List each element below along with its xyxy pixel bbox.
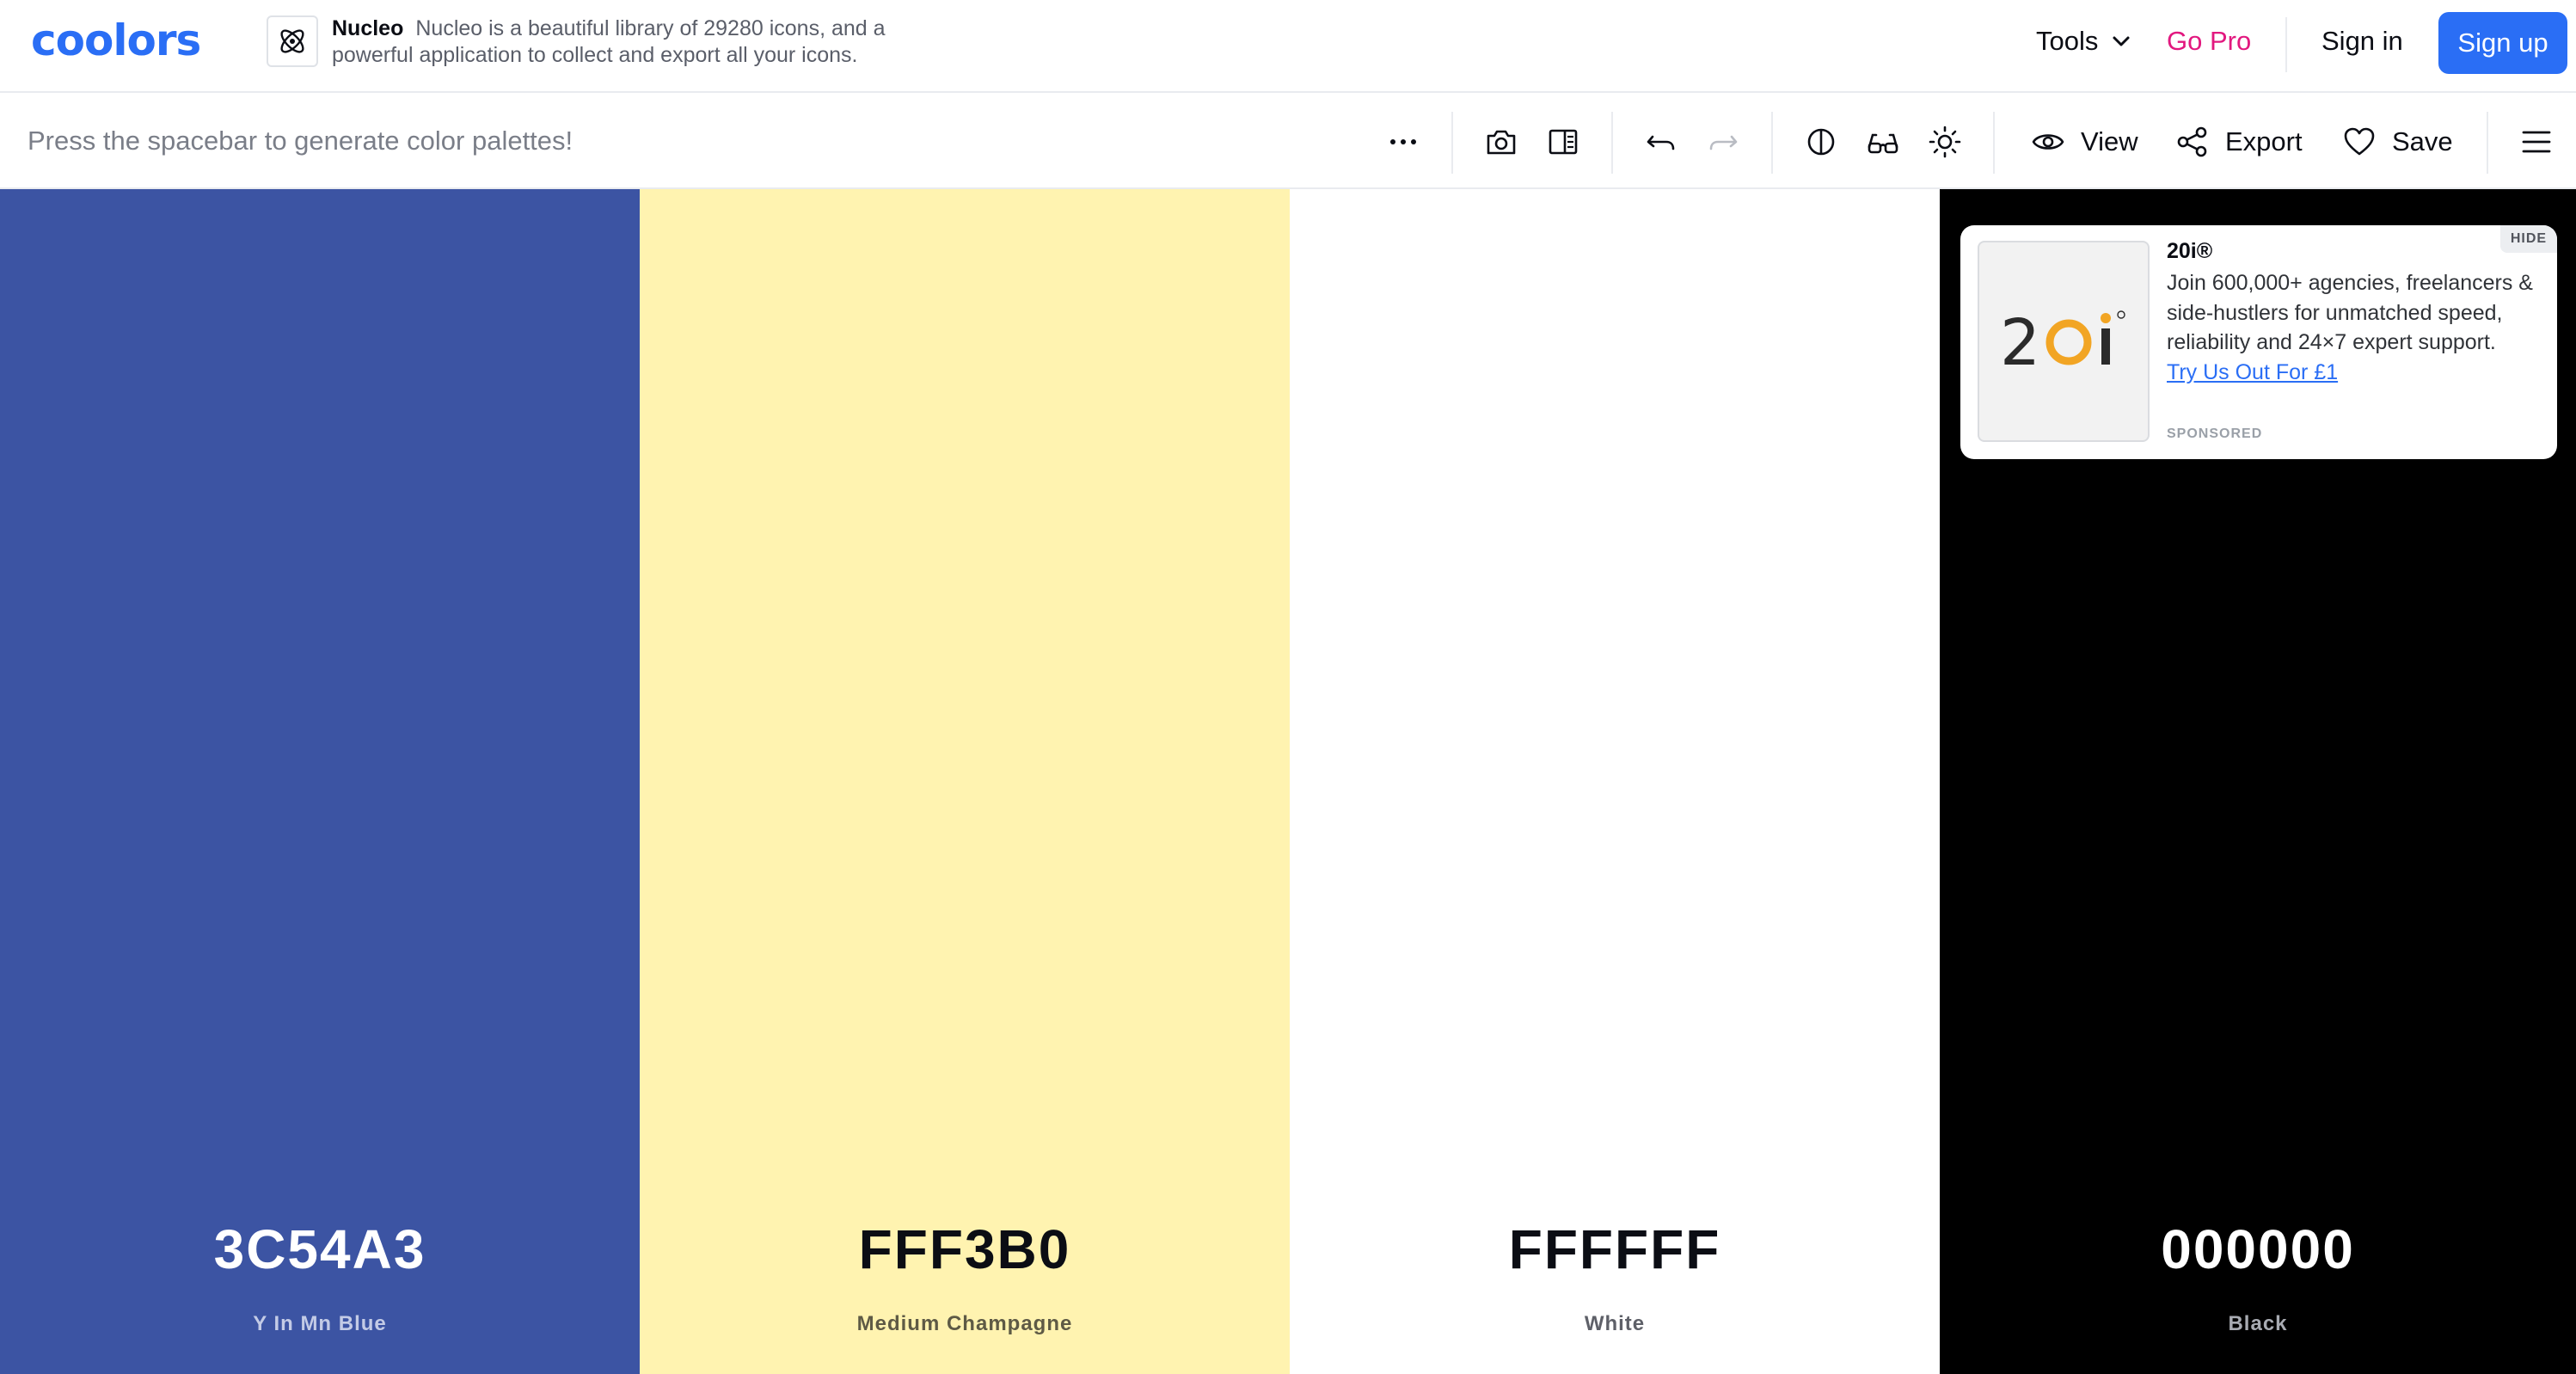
nucleo-ad-title: Nucleo xyxy=(332,16,404,40)
nucleo-ad-banner[interactable]: Nucleo Nucleo is a beautiful library of 2… xyxy=(267,15,951,71)
swatch-hex-code[interactable]: 000000 xyxy=(1940,1219,2576,1279)
swatch-color-name[interactable]: White xyxy=(1290,1312,1940,1336)
svg-text:2: 2 xyxy=(2000,306,2040,380)
color-swatch[interactable]: 3C54A3 Y In Mn Blue xyxy=(0,189,640,1374)
heart-icon xyxy=(2344,127,2375,156)
swatch-color-name[interactable]: Black xyxy=(1940,1312,2576,1336)
palette-toolbar: Press the spacebar to generate color pal… xyxy=(0,95,2576,189)
glasses-icon xyxy=(1868,133,1898,154)
export-button[interactable]: Export xyxy=(2175,122,2303,162)
ad-cta-link[interactable]: Try Us Out For £1 xyxy=(2167,360,2338,384)
hide-ad-button[interactable]: HIDE xyxy=(2500,225,2557,253)
swatch-color-name[interactable]: Medium Champagne xyxy=(640,1312,1290,1336)
palette-view-button[interactable] xyxy=(1546,122,1580,162)
more-options-button[interactable] xyxy=(1386,122,1420,162)
coolors-logo[interactable]: coolors xyxy=(31,17,224,65)
export-label: Export xyxy=(2225,126,2303,156)
camera-icon xyxy=(1487,130,1516,155)
nucleo-ad-description: Nucleo is a beautiful library of 29280 i… xyxy=(332,16,886,67)
quick-view-button[interactable] xyxy=(1484,122,1518,162)
sign-in-link[interactable]: Sign in xyxy=(2321,22,2403,60)
top-header: coolors Nucleo Nucleo is a beautiful libr… xyxy=(0,0,2576,93)
swatch-color-name[interactable]: Y In Mn Blue xyxy=(0,1312,640,1336)
nucleo-icon xyxy=(267,15,318,67)
save-button[interactable]: Save xyxy=(2342,122,2453,162)
main-menu-button[interactable] xyxy=(2519,122,2554,162)
twenty-i-logo: 2 xyxy=(2000,306,2125,380)
sponsored-ad-card[interactable]: HIDE 2 20i® Join 600,000+ agencies, free… xyxy=(1960,225,2557,459)
undo-icon xyxy=(1647,135,1675,150)
svg-text:coolors: coolors xyxy=(31,17,200,65)
ad-body: Join 600,000+ agencies, freelancers & si… xyxy=(2167,268,2545,387)
adjust-palette-button[interactable] xyxy=(1928,122,1962,162)
color-blindness-button[interactable] xyxy=(1866,122,1900,162)
toolbar-divider xyxy=(2487,112,2488,174)
sponsored-label: SPONSORED xyxy=(2167,426,2263,441)
view-label: View xyxy=(2081,126,2138,156)
chevron-down-icon xyxy=(2113,36,2130,46)
nucleo-ad-text: Nucleo Nucleo is a beautiful library of 2… xyxy=(332,15,951,69)
ad-description: Join 600,000+ agencies, freelancers & si… xyxy=(2167,271,2533,354)
share-icon xyxy=(2177,126,2207,157)
save-label: Save xyxy=(2392,126,2453,156)
toolbar-divider xyxy=(1771,112,1773,174)
toolbar-divider xyxy=(1451,112,1453,174)
contrast-checker-button[interactable] xyxy=(1804,122,1838,162)
header-divider xyxy=(2285,17,2287,72)
redo-button[interactable] xyxy=(1706,122,1740,162)
sun-icon xyxy=(1929,126,1961,158)
swatch-hex-code[interactable]: FFFFFF xyxy=(1290,1219,1940,1279)
eye-icon xyxy=(2032,134,2064,150)
ad-logo-image[interactable]: 2 xyxy=(1978,241,2150,442)
tools-menu-button[interactable]: Tools xyxy=(2036,22,2132,60)
spacebar-hint: Press the spacebar to generate color pal… xyxy=(28,126,573,156)
menu-icon xyxy=(2522,131,2551,153)
ad-title: 20i® xyxy=(2167,239,2213,263)
more-icon xyxy=(1390,139,1416,144)
swatch-hex-code[interactable]: 3C54A3 xyxy=(0,1219,640,1279)
undo-button[interactable] xyxy=(1644,122,1678,162)
swatch-hex-code[interactable]: FFF3B0 xyxy=(640,1219,1290,1279)
toolbar-divider xyxy=(1993,112,1995,174)
toolbar-divider xyxy=(1611,112,1613,174)
sign-up-button[interactable]: Sign up xyxy=(2438,12,2567,74)
color-swatch[interactable]: FFF3B0 Medium Champagne xyxy=(640,189,1290,1374)
panel-icon xyxy=(1549,129,1578,155)
go-pro-link[interactable]: Go Pro xyxy=(2167,22,2251,60)
contrast-icon xyxy=(1807,128,1835,156)
tools-label: Tools xyxy=(2036,26,2099,56)
view-button[interactable]: View xyxy=(2031,122,2138,162)
redo-icon xyxy=(1709,135,1738,150)
color-swatch[interactable]: FFFFFF White xyxy=(1290,189,1940,1374)
